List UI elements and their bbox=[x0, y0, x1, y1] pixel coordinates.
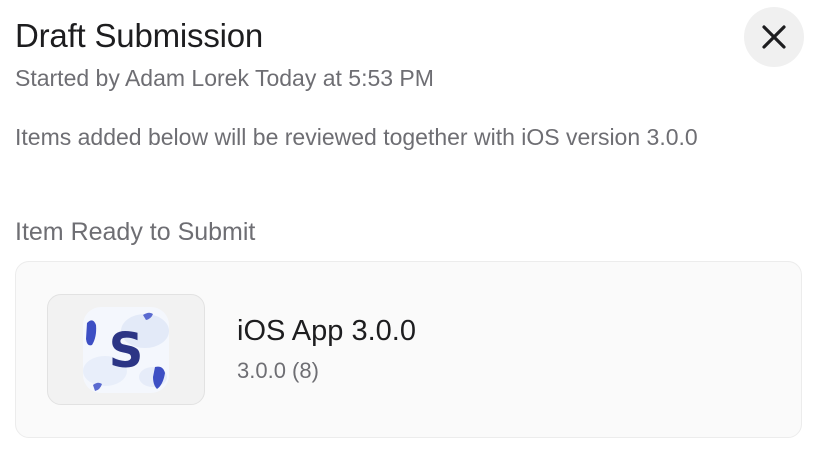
submission-subtitle: Started by Adam Lorek Today at 5:53 PM bbox=[15, 65, 434, 91]
app-version: 3.0.0 (8) bbox=[237, 358, 319, 383]
app-icon: S bbox=[83, 306, 169, 393]
section-heading: Item Ready to Submit bbox=[15, 218, 256, 246]
app-icon-tile: S bbox=[47, 294, 205, 405]
submission-item-card[interactable]: S iOS App 3.0.0 3.0.0 (8) bbox=[15, 261, 802, 438]
close-icon bbox=[762, 25, 786, 49]
app-icon-letter: S bbox=[109, 323, 144, 379]
close-button[interactable] bbox=[744, 7, 804, 67]
app-name: iOS App 3.0.0 bbox=[237, 315, 416, 347]
submission-description: Items added below will be reviewed toget… bbox=[15, 124, 698, 150]
page-title: Draft Submission bbox=[15, 17, 264, 54]
